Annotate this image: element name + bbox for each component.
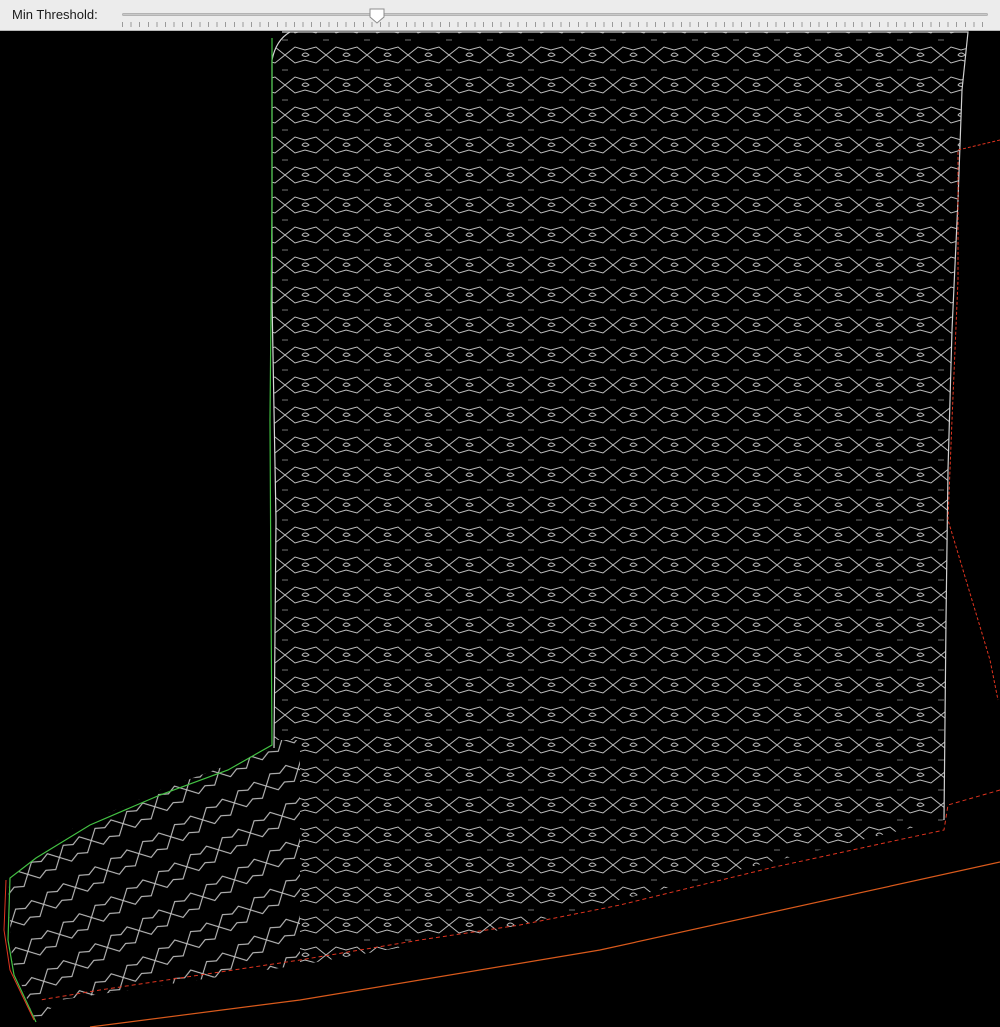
slider-track[interactable] bbox=[122, 13, 988, 16]
min-threshold-slider[interactable] bbox=[122, 4, 988, 28]
min-threshold-label: Min Threshold: bbox=[12, 7, 98, 22]
edge-detection-image bbox=[0, 31, 1000, 1027]
threshold-toolbar: Min Threshold: bbox=[0, 0, 1000, 31]
slider-tick-marks bbox=[122, 22, 988, 27]
slider-thumb[interactable] bbox=[368, 7, 386, 25]
